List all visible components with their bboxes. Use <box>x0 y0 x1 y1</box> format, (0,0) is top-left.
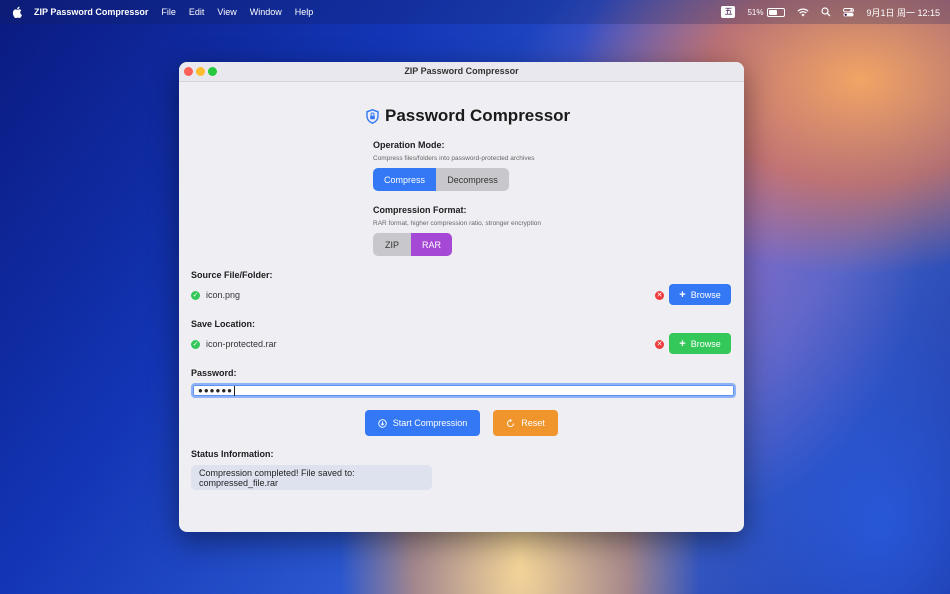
operation-mode-hint: Compress files/folders into password-pro… <box>373 155 535 162</box>
text-caret <box>234 385 235 396</box>
window-titlebar[interactable]: ZIP Password Compressor <box>179 62 744 82</box>
operation-mode-label: Operation Mode: <box>373 140 445 150</box>
browse-source-label: Browse <box>690 289 721 300</box>
app-window: ZIP Password Compressor Password Compres… <box>179 62 744 532</box>
password-field[interactable]: ●●●●●● <box>191 383 736 398</box>
browse-save-location-button[interactable]: + Browse <box>669 333 731 354</box>
battery-icon <box>767 7 786 17</box>
reset-label: Reset <box>521 418 545 428</box>
download-circle-icon <box>378 418 387 428</box>
plus-icon: + <box>679 337 686 350</box>
checkmark-circle-icon: ✓ <box>191 339 200 349</box>
menu-app-name[interactable]: ZIP Password Compressor <box>34 7 148 17</box>
source-label: Source File/Folder: <box>191 270 273 280</box>
menu-bar: ZIP Password Compressor File Edit View W… <box>0 0 950 24</box>
source-file-row: ✓ icon.png <box>191 290 240 300</box>
source-file-name: icon.png <box>206 290 241 300</box>
status-information-label: Status Information: <box>191 449 274 459</box>
clear-source-button[interactable]: ✕ <box>655 291 664 300</box>
format-rar-segment[interactable]: RAR <box>411 233 452 256</box>
compression-format-label: Compression Format: <box>373 205 467 215</box>
checkmark-circle-icon: ✓ <box>191 290 200 300</box>
save-location-row: ✓ icon-protected.rar <box>191 339 277 349</box>
operation-mode-segmented-control: Compress Decompress <box>373 168 509 191</box>
status-message: Compression completed! File saved to: co… <box>199 467 355 488</box>
menu-window[interactable]: Window <box>250 7 282 17</box>
app-heading: Password Compressor <box>366 106 570 126</box>
spotlight-search-icon[interactable] <box>821 7 831 17</box>
shield-lock-icon <box>366 108 379 124</box>
reset-arrow-icon <box>507 418 515 427</box>
save-location-label: Save Location: <box>191 319 256 329</box>
mode-decompress-segment[interactable]: Decompress <box>436 168 509 191</box>
menu-view[interactable]: View <box>217 7 236 17</box>
window-minimize-button[interactable] <box>196 67 205 76</box>
battery-percent: 51% <box>747 7 764 17</box>
compression-format-hint: RAR format, higher compression ratio, st… <box>373 220 541 227</box>
window-close-button[interactable] <box>184 67 193 76</box>
start-compression-label: Start Compression <box>392 418 468 428</box>
reset-button[interactable]: Reset <box>493 410 558 436</box>
mode-compress-segment[interactable]: Compress <box>373 168 436 191</box>
status-message-box: Compression completed! File saved to: co… <box>191 465 432 490</box>
window-zoom-button[interactable] <box>208 67 217 76</box>
control-center-icon[interactable] <box>843 7 855 17</box>
wifi-icon[interactable] <box>797 8 809 17</box>
plus-icon: + <box>679 288 686 301</box>
battery-level-fill <box>769 9 777 15</box>
password-masked-value: ●●●●●● <box>198 386 233 395</box>
status-menus: 五 51% 9月1日 周一 12:15 <box>721 0 940 24</box>
menu-edit[interactable]: Edit <box>189 7 205 17</box>
clear-save-location-button[interactable]: ✕ <box>655 340 664 349</box>
apple-logo-icon[interactable] <box>12 6 22 18</box>
window-title: ZIP Password Compressor <box>404 66 519 76</box>
menu-help[interactable]: Help <box>295 7 314 17</box>
page-title: Password Compressor <box>385 106 571 125</box>
save-file-name: icon-protected.rar <box>206 339 277 349</box>
format-zip-segment[interactable]: ZIP <box>373 233 411 256</box>
browse-save-label: Browse <box>690 338 721 349</box>
start-compression-button[interactable]: Start Compression <box>365 410 480 436</box>
menubar-clock[interactable]: 9月1日 周一 12:15 <box>866 6 940 19</box>
browse-source-button[interactable]: + Browse <box>669 284 731 305</box>
battery-status[interactable]: 51% <box>747 7 786 17</box>
compression-format-segmented-control: ZIP RAR <box>373 233 452 256</box>
input-method-indicator[interactable]: 五 <box>721 6 736 18</box>
menu-file[interactable]: File <box>161 7 176 17</box>
password-label: Password: <box>191 368 237 378</box>
